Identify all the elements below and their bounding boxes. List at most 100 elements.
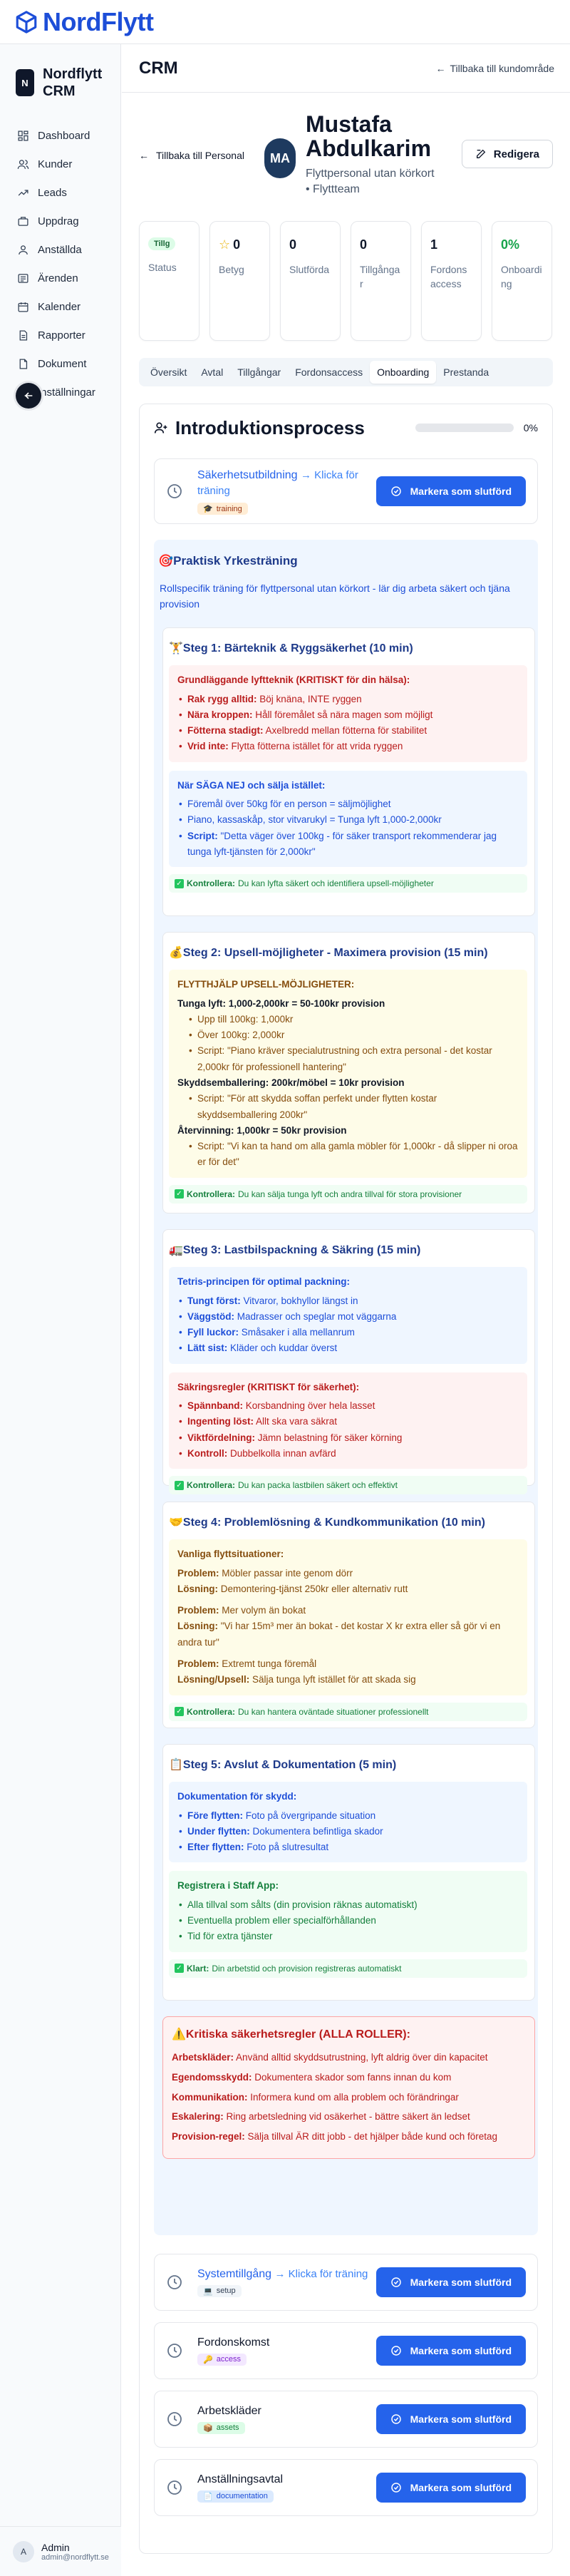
sidebar-item-rapporter[interactable]: Rapporter <box>10 321 110 349</box>
securing-box: Säkringsregler (KRITISKT för säkerhet): … <box>169 1372 527 1469</box>
laptop-icon: 💻 <box>203 2287 213 2296</box>
sidebar-item-leads[interactable]: Leads <box>10 178 110 207</box>
mark-complete-label: Markera som slutförd <box>410 486 512 497</box>
task-safety-training: Säkerhetsutbildning → Klicka för träning… <box>154 458 538 524</box>
collapse-sidebar-button[interactable] <box>16 383 41 409</box>
tab-avtal[interactable]: Avtal <box>194 361 230 384</box>
box-title: Tetris-principen för optimal packning: <box>177 1276 351 1288</box>
employee-avatar: MA <box>264 138 296 178</box>
edit-icon <box>476 149 486 158</box>
mark-complete-button[interactable]: Markera som slutförd <box>375 2473 526 2503</box>
step-title: 🚛Steg 3: Lastbilspackning & Säkring (15 … <box>169 1244 421 1257</box>
task-vehicle-access: Fordonskomst 🔑 access Markera som slutför… <box>154 2322 538 2379</box>
task-title: Arbetskläder <box>197 2404 261 2417</box>
case-item: Lösning/Upsell: Sälja tunga lyft iställe… <box>177 1674 416 1685</box>
list-item: Nära kroppen: Håll föremålet så nära mag… <box>177 707 519 724</box>
mark-complete-label: Markera som slutförd <box>410 2482 512 2493</box>
reports-icon <box>19 329 28 341</box>
practical-training-section: 🎯Praktisk Yrkesträning Rollspecifik trän… <box>154 540 538 2235</box>
sidebar-item-kalender[interactable]: Kalender <box>10 292 110 321</box>
training-link[interactable]: → Klicka för träning <box>275 2268 368 2280</box>
sidebar-item-uppdrag[interactable]: Uppdrag <box>10 207 110 235</box>
main-header: CRM ← Tillbaka till kundområde <box>122 44 570 93</box>
back-to-staff-button[interactable]: ← Tillbaka till Personal <box>139 150 244 161</box>
mark-complete-button[interactable]: Markera som slutförd <box>375 2404 526 2434</box>
users-icon <box>17 159 29 169</box>
list-item: Script: "Piano kräver specialutrustning … <box>187 1043 519 1075</box>
safety-title: ⚠️Kritiska säkerhetsregler (ALLA ROLLER)… <box>172 2028 410 2041</box>
task-tag-label: access <box>216 2355 241 2364</box>
checkbox-icon: ✓ <box>175 1189 184 1199</box>
check-note: ✓ Kontrollera: Du kan lyfta säkert och i… <box>169 874 527 893</box>
safety-rule: Egendomsskydd: Dokumentera skador som fa… <box>172 2071 452 2083</box>
sidebar-header: N Nordflytt CRM <box>0 44 120 100</box>
list-item: Fyll luckor: Småsaker i alla mellanrum <box>177 1325 519 1341</box>
onboarding-title: Introduktionsprocess <box>175 416 365 438</box>
check-note: ✓ Klart: Din arbetstid och provision reg… <box>169 1959 527 1978</box>
sidebar-item-label: Kunder <box>38 158 73 170</box>
arrow-left-icon: ← <box>139 150 149 161</box>
task-employment-contract: Anställningsavtal 📄 documentation Markera… <box>154 2459 538 2516</box>
user-profile[interactable]: A Admin admin@nordflytt.se <box>0 2526 121 2576</box>
tab-onboarding[interactable]: Onboarding <box>370 361 437 384</box>
sidebar-item-kunder[interactable]: Kunder <box>10 150 110 178</box>
sidebar-item-anstallda[interactable]: Anställda <box>10 235 110 264</box>
stat-value: 0 <box>360 237 368 252</box>
step-5: 📋Steg 5: Avslut & Dokumentation (5 min) … <box>162 1744 535 2001</box>
sidebar-item-arenden[interactable]: Ärenden <box>10 264 110 292</box>
edit-button[interactable]: Redigera <box>461 140 553 168</box>
list-item: Före flytten: Foto på övergripande situa… <box>177 1808 519 1825</box>
onboarding-card: Introduktionsprocess 0% Säkerhetsutbildn… <box>139 404 553 2554</box>
employees-icon <box>19 245 28 255</box>
cube-icon <box>16 10 37 34</box>
clock-icon <box>167 2275 182 2289</box>
checkbox-icon: ✓ <box>175 1707 184 1716</box>
stat-card-completed: 0 Slutförda <box>280 221 341 341</box>
brand-logo[interactable]: NordFlytt <box>14 6 154 37</box>
sidebar-item-dashboard[interactable]: Dashboard <box>10 121 110 150</box>
mark-complete-button[interactable]: Markera som slutförd <box>375 2336 526 2366</box>
list-item: Över 100kg: 2,000kr <box>187 1027 519 1044</box>
packing-box: Tetris-principen för optimal packning: T… <box>169 1267 527 1364</box>
task-tag: 📦 assets <box>197 2421 245 2434</box>
safety-rule: Arbetskläder: Använd alltid skyddsutrust… <box>172 2052 488 2063</box>
clock-icon <box>167 2412 182 2426</box>
mark-complete-label: Markera som slutförd <box>410 2413 512 2425</box>
list-item: Eventuella problem eller specialförhålla… <box>177 1913 519 1929</box>
step-4: 🤝Steg 4: Problemlösning & Kundkommunikat… <box>162 1502 535 1729</box>
checkbox-icon: ✓ <box>175 1480 184 1490</box>
stat-card-status: Tillg Status <box>139 221 200 341</box>
back-to-staff-label: Tillbaka till Personal <box>156 150 244 161</box>
onboarding-progress-label: 0% <box>523 422 538 433</box>
mark-complete-button[interactable]: Markera som slutförd <box>375 2267 526 2297</box>
box-title: Grundläggande lyftteknik (KRITISKT för d… <box>177 674 410 686</box>
step-3: 🚛Steg 3: Lastbilspackning & Säkring (15 … <box>162 1229 535 1495</box>
list-item: Alla tillval som sålts (din provision rä… <box>177 1897 519 1914</box>
tab-prestanda[interactable]: Prestanda <box>436 361 496 384</box>
task-title[interactable]: Säkerhetsutbildning <box>197 469 298 481</box>
tab-tillgangar[interactable]: Tillgångar <box>230 361 288 384</box>
task-tag: 💻 setup <box>197 2284 242 2297</box>
list-item: Efter flytten: Foto på slutresultat <box>177 1839 519 1856</box>
key-icon: 🔑 <box>203 2355 213 2364</box>
brand-name: NordFlytt <box>43 6 154 36</box>
task-title[interactable]: Systemtillgång <box>197 2268 271 2280</box>
calendar-icon <box>18 302 28 312</box>
list-item: Tid för extra tjänster <box>177 1929 519 1945</box>
say-no-box: När SÄGA NEJ och sälja istället: Föremål… <box>169 770 527 868</box>
back-to-customers-link[interactable]: ← Tillbaka till kundområde <box>435 63 554 74</box>
tab-fordonsaccess[interactable]: Fordonsaccess <box>288 361 370 384</box>
task-tag-label: training <box>216 504 242 513</box>
onboarding-header: Introduktionsprocess 0% <box>154 404 538 451</box>
tab-oversikt[interactable]: Översikt <box>143 361 194 384</box>
step-title: 💰Steg 2: Upsell-möjligheter - Maximera p… <box>169 947 488 960</box>
user-plus-icon <box>154 422 167 433</box>
task-title: Anställningsavtal <box>197 2473 284 2485</box>
employee-profile-header: ← Tillbaka till Personal MA Mustafa Abdu… <box>122 93 570 221</box>
star-icon: ☆ <box>219 237 231 252</box>
sidebar-item-dokument[interactable]: Dokument <box>10 349 110 378</box>
stat-card-rating: ☆ 0 Betyg <box>209 221 270 341</box>
trending-icon <box>18 189 28 195</box>
checkbox-icon: ✓ <box>175 878 184 888</box>
mark-complete-button[interactable]: Markera som slutförd <box>375 476 526 506</box>
